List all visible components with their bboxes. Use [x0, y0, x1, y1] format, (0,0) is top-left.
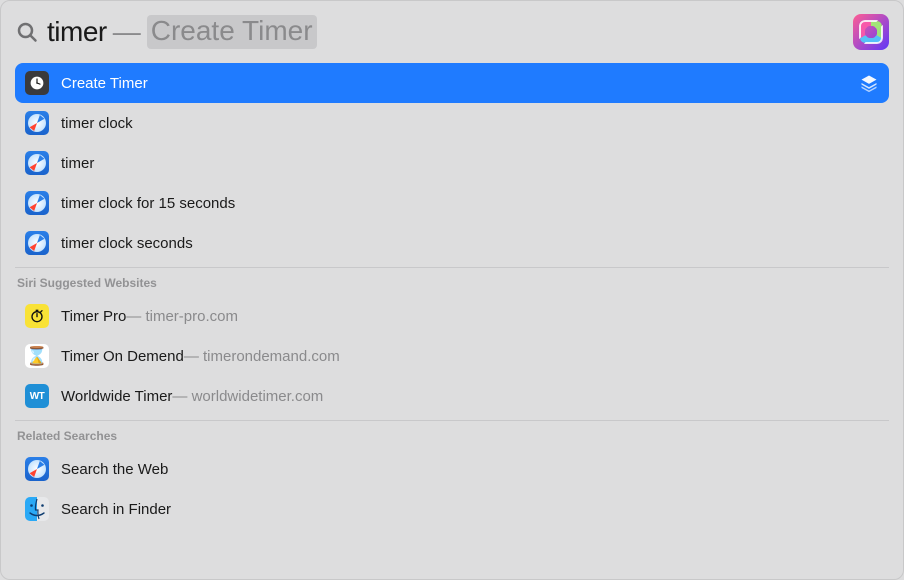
search-completion: Create Timer	[147, 15, 317, 50]
result-timer-clock[interactable]: timer clock	[15, 103, 889, 143]
result-timer-clock-15s[interactable]: timer clock for 15 seconds	[15, 183, 889, 223]
safari-icon	[25, 191, 49, 215]
clock-icon	[25, 71, 49, 95]
result-label: Search in Finder	[61, 501, 171, 518]
search-query[interactable]: timer	[47, 16, 107, 48]
result-search-web[interactable]: Search the Web	[15, 449, 889, 489]
result-label: timer clock	[61, 115, 133, 132]
safari-icon	[25, 457, 49, 481]
safari-icon	[25, 111, 49, 135]
safari-icon	[25, 151, 49, 175]
result-sublabel: — timer-pro.com	[126, 308, 238, 325]
section-header: Siri Suggested Websites	[15, 267, 889, 296]
result-timer-on-demend[interactable]: ⌛ Timer On Demend — timerondemand.com	[15, 336, 889, 376]
result-sublabel: — worldwidetimer.com	[172, 388, 323, 405]
result-timer-pro[interactable]: Timer Pro — timer-pro.com	[15, 296, 889, 336]
result-label: timer	[61, 155, 94, 172]
stack-icon	[859, 73, 879, 93]
result-label: Timer Pro	[61, 308, 126, 325]
wt-icon: WT	[25, 384, 49, 408]
timerpro-icon	[25, 304, 49, 328]
result-search-finder[interactable]: Search in Finder	[15, 489, 889, 529]
result-worldwide-timer[interactable]: WT Worldwide Timer — worldwidetimer.com	[15, 376, 889, 416]
result-label: timer clock for 15 seconds	[61, 195, 235, 212]
search-bar: timer — Create Timer	[1, 1, 903, 63]
result-timer[interactable]: timer	[15, 143, 889, 183]
hourglass-icon: ⌛	[25, 344, 49, 368]
result-label: Search the Web	[61, 461, 168, 478]
safari-icon	[25, 231, 49, 255]
result-label: Worldwide Timer	[61, 388, 172, 405]
result-timer-clock-seconds[interactable]: timer clock seconds	[15, 223, 889, 263]
result-label: timer clock seconds	[61, 235, 193, 252]
finder-icon	[25, 497, 49, 521]
result-create-timer[interactable]: Create Timer	[15, 63, 889, 103]
shortcuts-app-icon	[853, 14, 889, 50]
section-header: Related Searches	[15, 420, 889, 449]
result-label: Create Timer	[61, 75, 148, 92]
search-separator: —	[113, 16, 141, 48]
results-list: Create Timer timer clock timer timer clock …	[1, 63, 903, 539]
result-label: Timer On Demend	[61, 348, 184, 365]
result-sublabel: — timerondemand.com	[184, 348, 340, 365]
search-icon	[15, 20, 39, 44]
